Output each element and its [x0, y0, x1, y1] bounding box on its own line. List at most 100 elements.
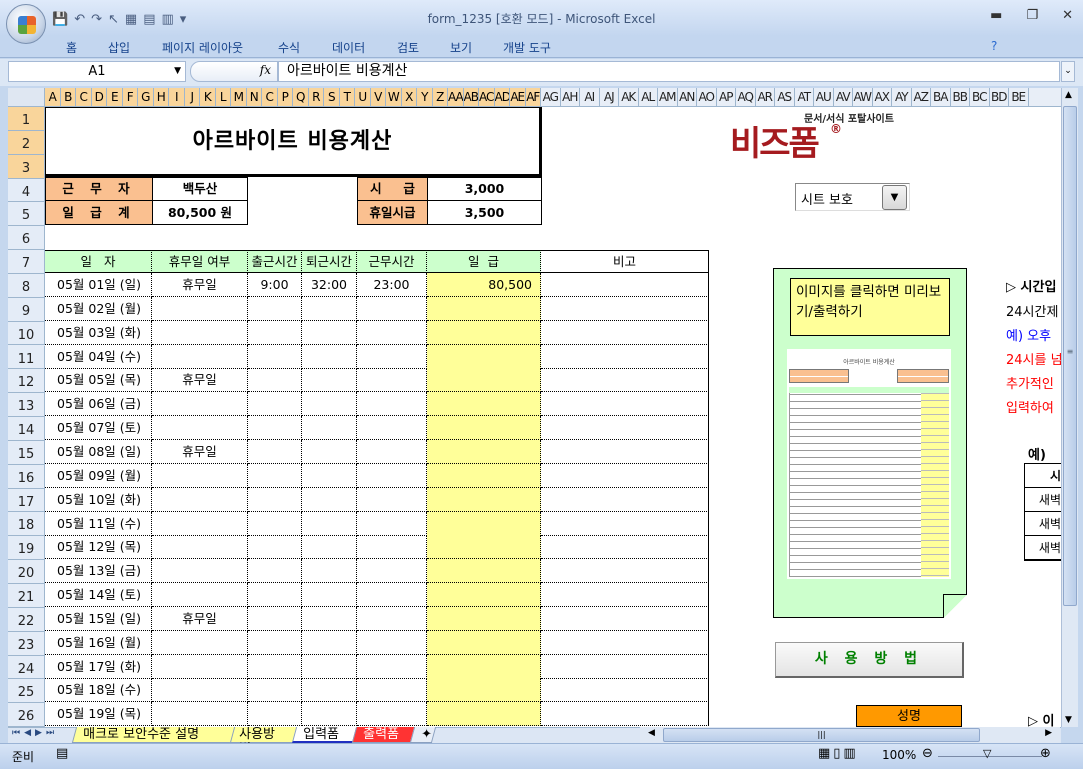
- cell-in[interactable]: [248, 344, 302, 369]
- cell-date[interactable]: 05월 15일 (일): [45, 606, 152, 631]
- cell-holiday[interactable]: [152, 678, 248, 703]
- border-icon[interactable]: ▤: [143, 12, 155, 27]
- cell-hours[interactable]: [357, 344, 427, 369]
- cell-holiday[interactable]: [152, 463, 248, 488]
- sheet-title[interactable]: 아르바이트 비용계산: [45, 107, 542, 177]
- name-box[interactable]: A1 ▼: [8, 61, 186, 82]
- column-header[interactable]: AX: [873, 88, 892, 106]
- cell-pay[interactable]: 80,500: [427, 273, 541, 297]
- cell-out[interactable]: [302, 392, 357, 417]
- cell-date[interactable]: 05월 16일 (월): [45, 630, 152, 655]
- row-header[interactable]: 6: [8, 226, 45, 251]
- cell-in[interactable]: [248, 535, 302, 560]
- column-header[interactable]: AE: [510, 88, 526, 106]
- cell-in[interactable]: [248, 606, 302, 631]
- scroll-left-icon[interactable]: ◀: [648, 728, 655, 738]
- column-header[interactable]: U: [355, 88, 371, 106]
- column-header[interactable]: AC: [479, 88, 495, 106]
- formula-input[interactable]: 아르바이트 비용계산: [278, 61, 1060, 82]
- cell-date[interactable]: 05월 19일 (목): [45, 702, 152, 727]
- column-header[interactable]: AH: [561, 88, 580, 106]
- column-header[interactable]: AO: [697, 88, 717, 106]
- cell-out[interactable]: [302, 463, 357, 488]
- sheet-tab[interactable]: 사용방법: [229, 727, 299, 757]
- row-header[interactable]: 12: [8, 369, 45, 394]
- cell-date[interactable]: 05월 12일 (목): [45, 535, 152, 560]
- sheet-tab[interactable]: 입력폼: [291, 727, 359, 743]
- row-header[interactable]: 24: [8, 655, 45, 680]
- cell-out[interactable]: 32:00: [302, 273, 357, 297]
- column-header[interactable]: C: [262, 88, 278, 106]
- name-button[interactable]: 성명: [856, 705, 962, 727]
- customize-icon[interactable]: ▾: [180, 12, 187, 27]
- cell-note[interactable]: [541, 702, 709, 727]
- cell-note[interactable]: [541, 606, 709, 631]
- cell-holiday[interactable]: [152, 416, 248, 441]
- cell-hours[interactable]: [357, 487, 427, 512]
- column-header[interactable]: AT: [795, 88, 814, 106]
- cell-out[interactable]: [302, 487, 357, 512]
- row-header[interactable]: 14: [8, 417, 45, 441]
- column-header[interactable]: A: [45, 88, 61, 106]
- cell-date[interactable]: 05월 05일 (목): [45, 368, 152, 393]
- cell-hours[interactable]: [357, 463, 427, 488]
- column-header[interactable]: BE: [1009, 88, 1029, 106]
- row-header[interactable]: 22: [8, 607, 45, 632]
- cell-hours[interactable]: [357, 654, 427, 679]
- sheet-nav-icons[interactable]: ⏮◀▶⏭: [12, 728, 58, 738]
- row-header[interactable]: 3: [8, 154, 45, 179]
- column-header[interactable]: H: [153, 88, 169, 106]
- cell-note[interactable]: [541, 511, 709, 536]
- office-button[interactable]: [6, 4, 46, 44]
- cell-hours[interactable]: [357, 678, 427, 703]
- tab-review[interactable]: 검토: [397, 39, 419, 56]
- cell-pay[interactable]: [427, 296, 541, 321]
- cell-holiday[interactable]: 휴무일: [152, 273, 248, 297]
- column-header[interactable]: AV: [834, 88, 853, 106]
- row-header[interactable]: 10: [8, 321, 45, 346]
- zoom-slider-handle[interactable]: ▽: [983, 747, 991, 760]
- cell-in[interactable]: [248, 416, 302, 441]
- column-header[interactable]: M: [231, 88, 247, 106]
- cell-out[interactable]: [302, 583, 357, 608]
- cell-in[interactable]: [248, 368, 302, 393]
- row-header[interactable]: 20: [8, 560, 45, 584]
- column-header[interactable]: B: [60, 88, 76, 106]
- horizontal-scrollbar[interactable]: ◀ ||| ▶: [640, 727, 1060, 743]
- cell-holiday[interactable]: [152, 296, 248, 321]
- column-header[interactable]: AY: [892, 88, 912, 106]
- column-header[interactable]: AU: [814, 88, 834, 106]
- cell-hours[interactable]: [357, 320, 427, 345]
- cell-note[interactable]: [541, 463, 709, 488]
- column-header[interactable]: C: [76, 88, 92, 106]
- undo-icon[interactable]: ↶: [74, 12, 85, 27]
- cell-in[interactable]: [248, 559, 302, 584]
- column-header[interactable]: BB: [951, 88, 970, 106]
- cell-note[interactable]: [541, 320, 709, 345]
- cell-holiday[interactable]: [152, 630, 248, 655]
- row-header[interactable]: 13: [8, 393, 45, 418]
- cell-out[interactable]: [302, 439, 357, 464]
- print-preview-thumbnail[interactable]: 아르바이트 비용계산: [787, 349, 951, 579]
- worker-value[interactable]: 백두산: [152, 177, 248, 201]
- column-header[interactable]: AF: [525, 88, 541, 106]
- cell-note[interactable]: [541, 630, 709, 655]
- column-header[interactable]: L: [215, 88, 231, 106]
- column-header[interactable]: AP: [717, 88, 736, 106]
- pointer-icon[interactable]: ↖: [108, 12, 119, 27]
- row-header[interactable]: 7: [8, 250, 45, 274]
- cell-hours[interactable]: [357, 630, 427, 655]
- cell-in[interactable]: [248, 487, 302, 512]
- cell-out[interactable]: [302, 606, 357, 631]
- expand-formula-bar-button[interactable]: ⌄: [1061, 61, 1075, 82]
- cell-note[interactable]: [541, 535, 709, 560]
- cell-holiday[interactable]: 휴무일: [152, 368, 248, 393]
- tab-developer[interactable]: 개발 도구: [503, 39, 551, 56]
- cell-holiday[interactable]: 휴무일: [152, 439, 248, 464]
- scroll-thumb[interactable]: ≡: [1063, 106, 1077, 606]
- row-header[interactable]: 17: [8, 488, 45, 513]
- column-header[interactable]: N: [246, 88, 262, 106]
- cell-holiday[interactable]: [152, 654, 248, 679]
- row-header[interactable]: 8: [8, 273, 45, 298]
- tab-data[interactable]: 데이터: [332, 39, 365, 56]
